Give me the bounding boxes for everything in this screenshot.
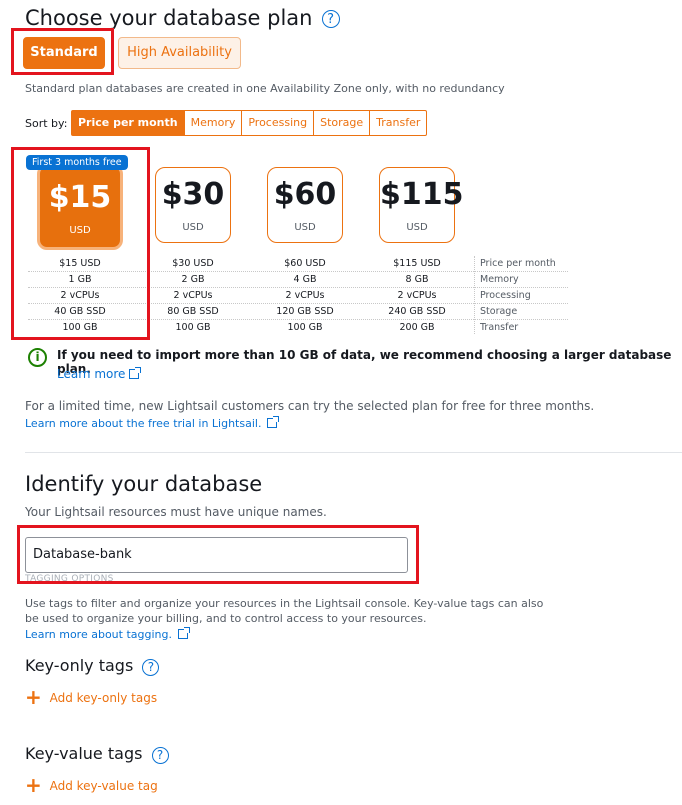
plan-currency: USD xyxy=(294,222,316,233)
external-link-icon xyxy=(178,627,190,639)
section-divider xyxy=(25,452,682,453)
tags-description-1: Use tags to filter and organize your res… xyxy=(25,597,544,610)
highlight-standard xyxy=(11,28,114,75)
help-icon[interactable]: ? xyxy=(142,659,160,676)
plan-description: Standard plan databases are created in o… xyxy=(25,82,505,95)
spec-cell: $60 USD xyxy=(284,258,326,269)
tags-description-2: be used to organize your billing, and to… xyxy=(25,612,427,625)
key-only-title-row: Key-only tags ? xyxy=(25,656,160,676)
add-key-only-tags-button[interactable]: + Add key-only tags xyxy=(25,687,157,707)
high-availability-button[interactable]: High Availability xyxy=(118,37,241,69)
spec-cell: 240 GB SSD xyxy=(388,306,446,317)
sort-memory[interactable]: Memory xyxy=(184,110,243,136)
spec-cell: $30 USD xyxy=(172,258,214,269)
external-link-icon xyxy=(129,367,142,379)
identify-title: Identify your database xyxy=(25,472,263,496)
add-key-value-tag-button[interactable]: + Add key-value tag xyxy=(25,775,158,795)
info-learn-more[interactable]: Learn more xyxy=(57,367,142,381)
spec-label: Storage xyxy=(480,306,518,317)
high-availability-label: High Availability xyxy=(127,45,232,60)
spec-cell: 2 vCPUs xyxy=(173,290,213,301)
highlight-name-input xyxy=(17,525,419,584)
spec-cell: 120 GB SSD xyxy=(276,306,334,317)
spec-cell: 2 vCPUs xyxy=(285,290,325,301)
spec-cell: 2 GB xyxy=(181,274,205,285)
spec-label-divider xyxy=(474,256,475,334)
key-only-title: Key-only tags xyxy=(25,656,134,675)
plan-section-title: Choose your database plan ? xyxy=(25,6,340,30)
free-trial-link-row[interactable]: Learn more about the free trial in Light… xyxy=(25,416,280,430)
plus-icon: + xyxy=(25,685,42,709)
spec-cell: 80 GB SSD xyxy=(167,306,219,317)
tagging-link-row[interactable]: Learn more about tagging. xyxy=(25,627,190,641)
sort-label: Sort by: xyxy=(25,117,68,130)
help-icon[interactable]: ? xyxy=(321,10,340,28)
highlight-selected-plan xyxy=(11,147,150,340)
sort-price[interactable]: Price per month xyxy=(71,110,185,136)
add-key-value-label: Add key-value tag xyxy=(49,779,158,793)
plan-price: $30 xyxy=(161,177,225,212)
spec-cell: 100 GB xyxy=(287,322,323,333)
plan-card-30[interactable]: $30 USD xyxy=(155,167,231,243)
spec-cell: 2 vCPUs xyxy=(397,290,437,301)
identify-subtitle: Your Lightsail resources must have uniqu… xyxy=(25,505,327,519)
info-text: If you need to import more than 10 GB of… xyxy=(57,348,672,376)
sort-storage[interactable]: Storage xyxy=(314,110,371,136)
spec-label: Price per month xyxy=(480,258,556,269)
tagging-learn-link[interactable]: Learn more about tagging. xyxy=(25,628,172,641)
spec-label: Memory xyxy=(480,274,519,285)
plan-currency: USD xyxy=(406,222,428,233)
spec-cell: 100 GB xyxy=(175,322,211,333)
spec-cell: 200 GB xyxy=(399,322,435,333)
info-icon: i xyxy=(28,348,47,367)
info-learn-more-link[interactable]: Learn more xyxy=(57,367,125,381)
free-trial-link[interactable]: Learn more about the free trial in Light… xyxy=(25,417,261,430)
page-title: Choose your database plan xyxy=(25,6,313,30)
external-link-icon xyxy=(267,416,280,428)
key-value-title: Key-value tags xyxy=(25,744,143,763)
plus-icon: + xyxy=(25,773,42,797)
help-icon[interactable]: ? xyxy=(151,747,169,764)
plan-price: $60 xyxy=(273,177,337,212)
plan-card-115[interactable]: $115 USD xyxy=(379,167,464,243)
plan-price: $115 xyxy=(380,177,464,212)
spec-label: Transfer xyxy=(480,322,519,333)
spec-cell: 4 GB xyxy=(293,274,317,285)
sort-processing[interactable]: Processing xyxy=(242,110,315,136)
spec-cell: $115 USD xyxy=(393,258,441,269)
spec-label: Processing xyxy=(480,290,531,301)
add-key-only-label: Add key-only tags xyxy=(49,691,158,705)
plan-card-60[interactable]: $60 USD xyxy=(267,167,343,243)
sort-transfer[interactable]: Transfer xyxy=(370,110,428,136)
spec-cell: 8 GB xyxy=(405,274,429,285)
plan-currency: USD xyxy=(182,222,204,233)
sort-options: Price per month Memory Processing Storag… xyxy=(71,110,428,136)
free-trial-text: For a limited time, new Lightsail custom… xyxy=(25,399,595,413)
key-value-title-row: Key-value tags ? xyxy=(25,744,169,764)
